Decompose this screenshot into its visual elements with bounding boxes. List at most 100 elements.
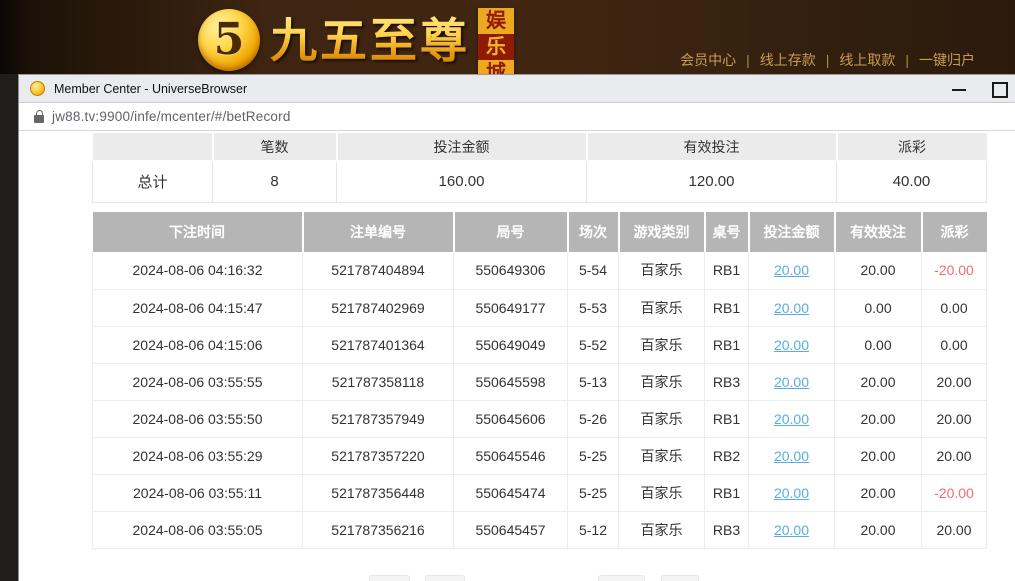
bet-amount-link[interactable]: 20.00	[774, 411, 809, 427]
table-row: 2024-08-06 03:55:29521787357220550645546…	[93, 437, 987, 474]
table-cell: RB1	[705, 474, 749, 511]
table-cell: 20.00	[749, 400, 835, 437]
table-cell: 20.00	[922, 437, 987, 474]
table-cell: 5-13	[568, 363, 619, 400]
table-cell: 20.00	[749, 437, 835, 474]
table-cell: 2024-08-06 03:55:29	[93, 437, 303, 474]
bet-body: 2024-08-06 04:16:32521787404894550649306…	[93, 252, 987, 548]
table-cell: 521787356216	[303, 511, 454, 548]
table-cell: 120.00	[587, 161, 837, 202]
nav-online-deposit[interactable]: 线上存款	[760, 50, 816, 70]
table-cell: 550649049	[454, 326, 568, 363]
table-row: 总计8160.00120.0040.00	[93, 161, 987, 202]
table-cell: 百家乐	[619, 474, 705, 511]
table-cell: 5-52	[568, 326, 619, 363]
table-cell: 40.00	[837, 161, 987, 202]
bet-amount-link[interactable]: 20.00	[774, 522, 809, 538]
table-row: 2024-08-06 03:55:50521787357949550645606…	[93, 400, 987, 437]
table-cell: 2024-08-06 04:15:06	[93, 326, 303, 363]
brand-logo-icon: 5	[198, 9, 260, 71]
nav-member-center[interactable]: 会员中心	[680, 50, 736, 70]
table-cell: 百家乐	[619, 252, 705, 289]
table-row: 2024-08-06 03:55:55521787358118550645598…	[93, 363, 987, 400]
table-cell: RB1	[705, 326, 749, 363]
table-cell: RB1	[705, 400, 749, 437]
table-cell: 20.00	[835, 363, 922, 400]
bet-header-row: 下注时间注单编号局号场次游戏类别桌号投注金额有效投注派彩	[93, 212, 987, 252]
table-cell: 521787401364	[303, 326, 454, 363]
bet-amount-link[interactable]: 20.00	[774, 374, 809, 390]
column-header: 下注时间	[93, 212, 303, 252]
column-header: 有效投注	[587, 133, 837, 161]
summary-header-row: 笔数投注金额有效投注派彩	[93, 133, 987, 161]
table-cell: 百家乐	[619, 511, 705, 548]
table-cell: -20.00	[922, 252, 987, 289]
table-cell: 5-25	[568, 437, 619, 474]
pagination-button[interactable]	[425, 575, 465, 581]
table-cell: 2024-08-06 04:15:47	[93, 289, 303, 326]
table-cell: 5-12	[568, 511, 619, 548]
table-cell: 20.00	[922, 400, 987, 437]
pagination-button[interactable]	[369, 575, 410, 581]
bet-amount-link[interactable]: 20.00	[774, 485, 809, 501]
table-cell: 2024-08-06 03:55:50	[93, 400, 303, 437]
brand-badge: 娱 乐 城	[478, 8, 514, 74]
column-header: 局号	[454, 212, 568, 252]
table-cell: 20.00	[835, 474, 922, 511]
table-cell: 5-25	[568, 474, 619, 511]
minimize-button-icon[interactable]	[944, 75, 974, 103]
table-cell: 521787402969	[303, 289, 454, 326]
nav-one-key-transfer[interactable]: 一键归户	[919, 50, 975, 70]
table-cell: 百家乐	[619, 363, 705, 400]
table-cell: 20.00	[749, 363, 835, 400]
table-cell: 0.00	[835, 289, 922, 326]
column-header: 有效投注	[835, 212, 922, 252]
column-header: 派彩	[922, 212, 987, 252]
table-row: 2024-08-06 03:55:11521787356448550645474…	[93, 474, 987, 511]
table-row: 2024-08-06 04:16:32521787404894550649306…	[93, 252, 987, 289]
table-cell: 总计	[93, 161, 213, 202]
table-cell: 550645598	[454, 363, 568, 400]
nav-separator: |	[905, 52, 909, 68]
table-cell: 20.00	[835, 511, 922, 548]
summary-body: 总计8160.00120.0040.00	[93, 161, 987, 202]
table-cell: 20.00	[749, 289, 835, 326]
table-cell: 521787357949	[303, 400, 454, 437]
lock-icon	[34, 110, 44, 123]
table-cell: RB2	[705, 437, 749, 474]
table-cell: 百家乐	[619, 437, 705, 474]
bet-record-table: 下注时间注单编号局号场次游戏类别桌号投注金额有效投注派彩 2024-08-06 …	[92, 212, 987, 549]
bet-amount-link[interactable]: 20.00	[774, 262, 809, 278]
table-cell: 20.00	[835, 252, 922, 289]
window-title: Member Center - UniverseBrowser	[54, 82, 247, 96]
bet-amount-link[interactable]: 20.00	[774, 448, 809, 464]
pagination-button[interactable]	[661, 575, 699, 581]
window-title-bar[interactable]: Member Center - UniverseBrowser	[19, 75, 1015, 103]
table-cell: 550645474	[454, 474, 568, 511]
table-cell: -20.00	[922, 474, 987, 511]
bet-amount-link[interactable]: 20.00	[774, 300, 809, 316]
column-header: 笔数	[213, 133, 337, 161]
table-cell: RB1	[705, 289, 749, 326]
nav-online-withdraw[interactable]: 线上取款	[839, 50, 895, 70]
table-cell: 2024-08-06 03:55:05	[93, 511, 303, 548]
table-row: 2024-08-06 04:15:06521787401364550649049…	[93, 326, 987, 363]
brand-name: 九五至尊	[270, 11, 470, 71]
column-header: 桌号	[705, 212, 749, 252]
table-cell: 521787356448	[303, 474, 454, 511]
table-cell: 5-53	[568, 289, 619, 326]
logo-glyph: 5	[214, 18, 245, 62]
url-text[interactable]: jw88.tv:9900/infe/mcenter/#/betRecord	[52, 109, 291, 124]
column-header: 注单编号	[303, 212, 454, 252]
address-bar[interactable]: jw88.tv:9900/infe/mcenter/#/betRecord	[19, 103, 1015, 131]
pagination-button[interactable]	[598, 575, 645, 581]
table-cell: 550645546	[454, 437, 568, 474]
table-cell: 百家乐	[619, 400, 705, 437]
bet-amount-link[interactable]: 20.00	[774, 337, 809, 353]
table-cell: 8	[213, 161, 337, 202]
maximize-button-icon[interactable]	[984, 75, 1014, 103]
column-header: 投注金额	[337, 133, 587, 161]
browser-window: Member Center - UniverseBrowser jw88.tv:…	[18, 74, 1015, 581]
table-cell: 550645457	[454, 511, 568, 548]
column-header: 派彩	[837, 133, 987, 161]
